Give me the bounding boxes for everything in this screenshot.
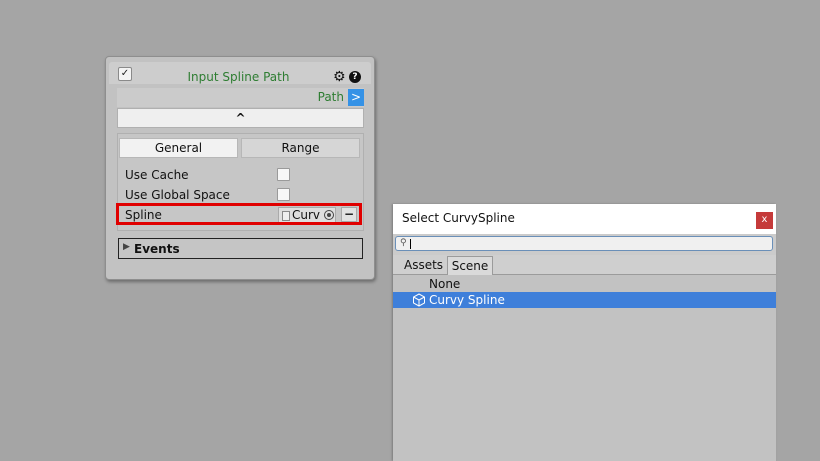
foldout-arrow-icon: ▶ — [123, 242, 130, 252]
search-icon: ⚲ — [400, 238, 407, 248]
list-item-label: Curvy Spline — [429, 293, 505, 307]
path-row: Path > — [117, 88, 364, 107]
tab-general[interactable]: General — [119, 138, 238, 158]
node-enabled-checkbox[interactable]: ✓ — [118, 67, 132, 81]
spline-highlight-box — [116, 203, 362, 225]
collapse-toggle[interactable]: ^ — [117, 108, 364, 128]
tab-range[interactable]: Range — [241, 138, 360, 158]
use-cache-label: Use Cache — [125, 168, 189, 182]
list-item-curvy-spline[interactable]: Curvy Spline — [393, 292, 776, 308]
events-foldout[interactable]: ▶ Events — [118, 238, 363, 259]
use-cache-checkbox[interactable] — [277, 168, 290, 181]
close-button[interactable]: x — [756, 212, 773, 229]
tab-scene[interactable]: Scene — [447, 256, 493, 275]
search-input[interactable]: ⚲ — [395, 236, 773, 251]
text-caret — [410, 239, 411, 249]
gear-icon[interactable]: ⚙ — [333, 70, 347, 84]
path-next-button[interactable]: > — [348, 89, 364, 106]
events-label: Events — [134, 242, 180, 256]
list-item-none[interactable]: None — [429, 277, 460, 291]
help-icon[interactable]: ? — [349, 71, 361, 83]
use-global-space-checkbox[interactable] — [277, 188, 290, 201]
input-spline-path-node[interactable]: ✓ Input Spline Path ⚙ ? Path > ^ General… — [105, 56, 375, 280]
tab-assets[interactable]: Assets — [400, 256, 447, 275]
node-title: Input Spline Path — [187, 70, 290, 84]
path-label: Path — [317, 90, 344, 104]
window-title: Select CurvySpline — [402, 211, 515, 225]
window-titlebar[interactable]: Select CurvySpline x — [393, 204, 776, 234]
use-global-space-label: Use Global Space — [125, 188, 230, 202]
select-curvyspline-window: Select CurvySpline x ⚲ Assets Scene None… — [393, 204, 776, 461]
cube-icon — [413, 293, 425, 307]
